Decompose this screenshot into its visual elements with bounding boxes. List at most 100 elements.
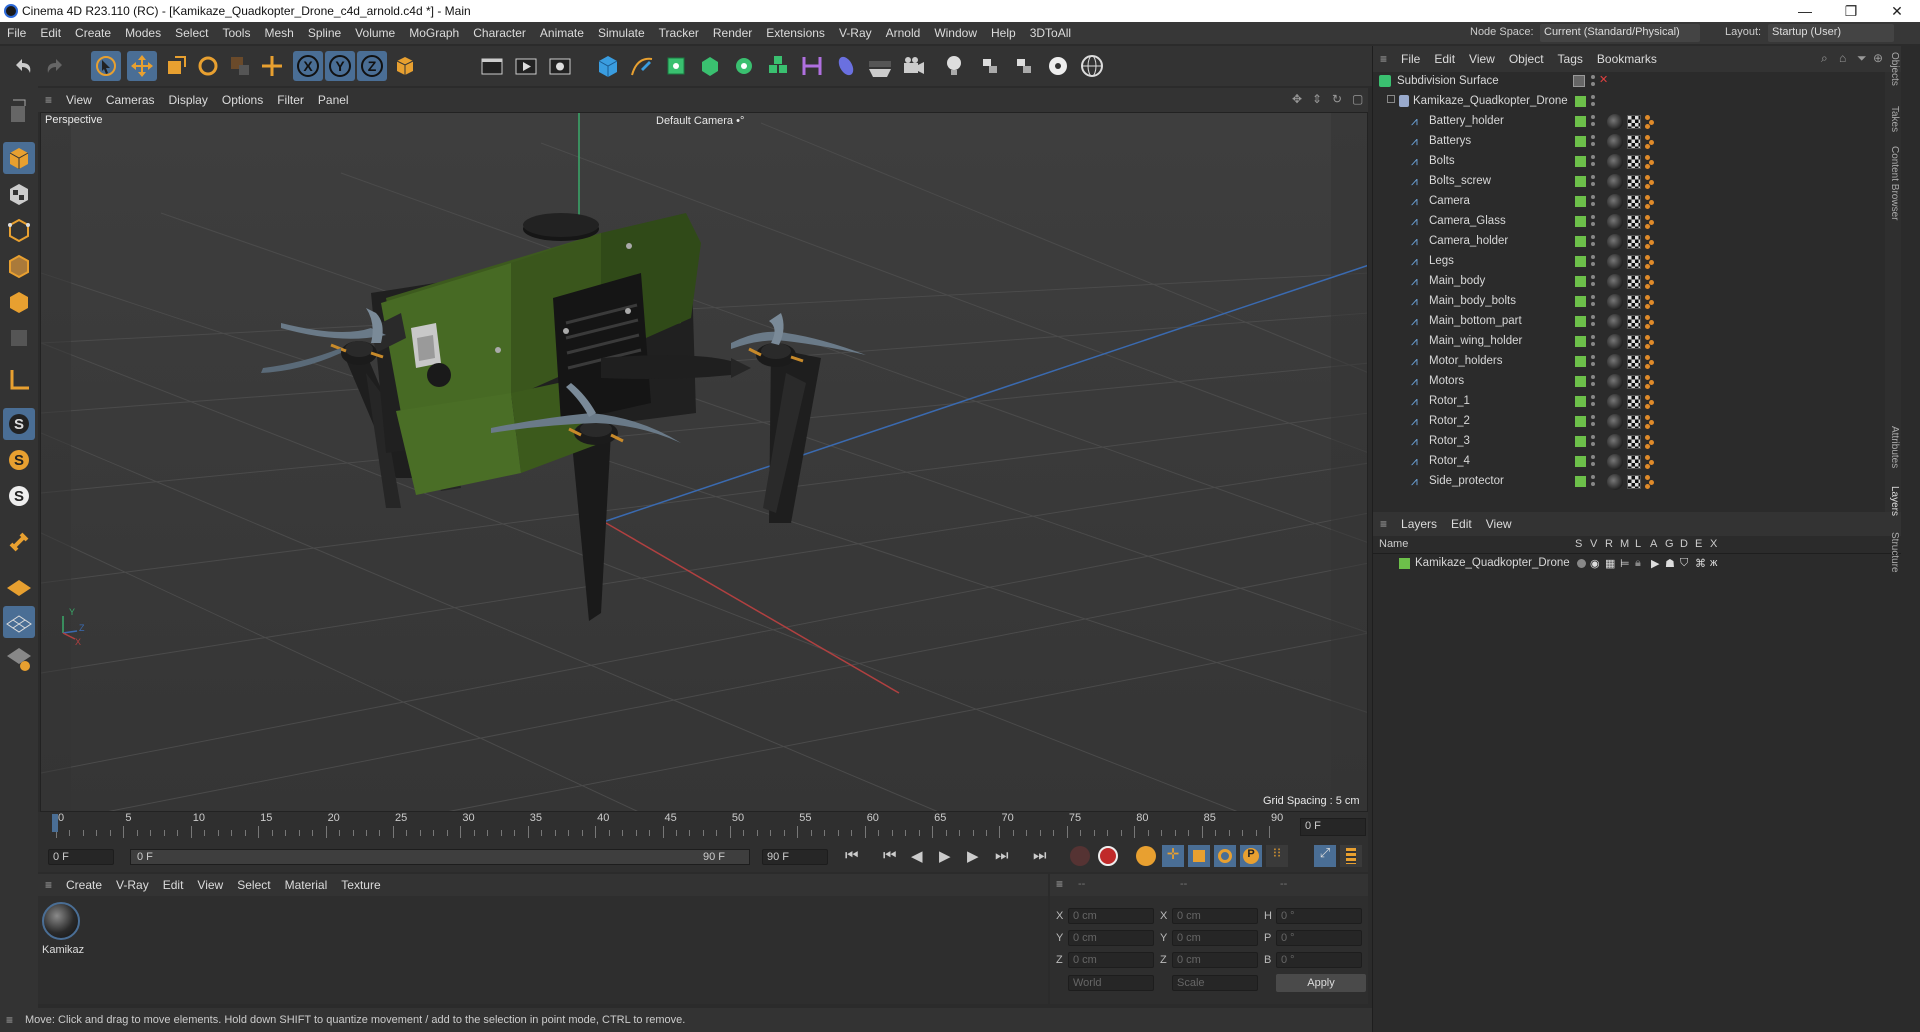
arnold-tag-icon[interactable] xyxy=(1645,435,1655,449)
visibility-dots[interactable] xyxy=(1591,275,1595,289)
menu-mesh[interactable]: Mesh xyxy=(257,26,300,40)
material-swatch[interactable] xyxy=(42,902,80,940)
transform-tool-icon[interactable] xyxy=(257,51,287,81)
node-space-dropdown[interactable]: Current (Standard/Physical) xyxy=(1540,24,1700,42)
arnold-tag-icon[interactable] xyxy=(1645,155,1655,169)
material-tag-icon[interactable] xyxy=(1607,194,1623,210)
layer-color-badge[interactable] xyxy=(1575,376,1586,387)
field-icon[interactable] xyxy=(831,51,861,81)
viewport-nav-move-icon[interactable]: ✥ xyxy=(1292,92,1302,106)
arnold-tag-icon[interactable] xyxy=(1645,175,1655,189)
key-parameter-icon[interactable]: P xyxy=(1240,845,1262,867)
object-menu-tags[interactable]: Tags xyxy=(1551,52,1590,66)
side-tab-takes[interactable]: Takes xyxy=(1882,106,1900,132)
visibility-dots[interactable] xyxy=(1591,395,1595,409)
side-tab-objects[interactable]: Objects xyxy=(1882,52,1900,86)
recent-tool-icon[interactable] xyxy=(225,51,255,81)
subdivision-surface-icon[interactable] xyxy=(661,51,691,81)
key-position-icon[interactable]: ✛ xyxy=(1162,845,1184,867)
layers-menu-edit[interactable]: Edit xyxy=(1444,517,1479,531)
material-tag-icon[interactable] xyxy=(1607,434,1623,450)
texture-tag-icon[interactable] xyxy=(1627,295,1641,309)
texture-tag-icon[interactable] xyxy=(1627,255,1641,269)
layer-color-badge[interactable] xyxy=(1575,416,1586,427)
layer-color-badge[interactable] xyxy=(1575,136,1586,147)
layers-menu-layers[interactable]: Layers xyxy=(1394,517,1444,531)
layer-flag-column[interactable]: M xyxy=(1620,538,1629,550)
object-row[interactable]: ⩘ Rotor_4 xyxy=(1373,452,1883,472)
arnold-tag-icon[interactable] xyxy=(1645,395,1655,409)
coords-hamburger-icon[interactable]: ≡ xyxy=(1056,877,1063,891)
layer-color-badge[interactable] xyxy=(1575,96,1586,107)
object-row[interactable]: ⩘ Side_protector xyxy=(1373,472,1883,492)
previous-key-icon[interactable]: ⏮ xyxy=(883,847,897,864)
grid-plane-icon[interactable] xyxy=(3,606,35,638)
object-row[interactable]: ⩘ Bolts_screw xyxy=(1373,172,1883,192)
layer-manager-icon[interactable]: ⊨ xyxy=(1620,557,1630,570)
timeline-ruler[interactable]: 0 5 10 15 20 25 30 35 40 45 50 55 60 65 70 75 80 85 90 0 F xyxy=(38,812,1368,842)
material-menu-vray[interactable]: V-Ray xyxy=(109,878,156,892)
menu-simulate[interactable]: Simulate xyxy=(591,26,652,40)
object-row[interactable]: ⩘ Rotor_1 xyxy=(1373,392,1883,412)
layer-flag-column[interactable]: E xyxy=(1695,538,1702,550)
magnet-tool-icon[interactable] xyxy=(3,526,35,558)
key-pla-icon[interactable]: ⁝⁝ xyxy=(1266,845,1288,867)
arnold-tag-icon[interactable] xyxy=(1645,215,1655,229)
object-row[interactable]: ⩘ Rotor_2 xyxy=(1373,412,1883,432)
snap-icon[interactable]: S xyxy=(3,408,35,440)
layer-color-badge[interactable] xyxy=(1575,456,1586,467)
polygons-mode-icon[interactable] xyxy=(3,286,35,318)
arnold-tag-icon[interactable] xyxy=(1645,415,1655,429)
object-row[interactable]: ⩘ Battery_holder xyxy=(1373,112,1883,132)
material-tag-icon[interactable] xyxy=(1607,394,1623,410)
material-menu-view[interactable]: View xyxy=(190,878,230,892)
visibility-dots[interactable] xyxy=(1591,355,1595,369)
menu-vray[interactable]: V-Ray xyxy=(832,26,879,40)
arnold-tag-icon[interactable] xyxy=(1645,255,1655,269)
rot-p-field[interactable]: 0 ° xyxy=(1276,930,1362,946)
size-x-field[interactable]: 0 cm xyxy=(1172,908,1258,924)
layer-color-badge[interactable] xyxy=(1575,176,1586,187)
layer-color-badge[interactable] xyxy=(1575,336,1586,347)
menu-mograph[interactable]: MoGraph xyxy=(402,26,466,40)
cube-primitive-icon[interactable] xyxy=(593,51,623,81)
material-tag-icon[interactable] xyxy=(1607,214,1623,230)
menu-create[interactable]: Create xyxy=(68,26,118,40)
menu-tracker[interactable]: Tracker xyxy=(652,26,706,40)
make-editable-icon[interactable] xyxy=(3,96,35,128)
arnold-tag-icon[interactable] xyxy=(1645,295,1655,309)
play-icon[interactable]: ▶ xyxy=(939,847,951,865)
visibility-dots[interactable] xyxy=(1591,95,1595,109)
viewport-nav-zoom-icon[interactable]: ⇕ xyxy=(1312,92,1322,106)
visibility-dots[interactable] xyxy=(1591,135,1595,149)
arnold-tag-icon[interactable] xyxy=(1645,275,1655,289)
material-tag-icon[interactable] xyxy=(1607,294,1623,310)
layer-color-badge[interactable] xyxy=(1575,256,1586,267)
axis-mode-icon[interactable] xyxy=(3,364,35,396)
x-axis-lock-icon[interactable]: X xyxy=(293,51,323,81)
texture-tag-icon[interactable] xyxy=(1627,115,1641,129)
current-frame-field[interactable]: 0 F xyxy=(1300,818,1366,836)
object-row[interactable]: ⩘ Camera xyxy=(1373,192,1883,212)
playhead[interactable] xyxy=(52,814,58,832)
layer-expressions-icon[interactable]: ⌘ xyxy=(1695,557,1706,570)
camera-icon[interactable] xyxy=(899,51,929,81)
material-tag-icon[interactable] xyxy=(1607,454,1623,470)
material-name[interactable]: Kamikaz xyxy=(42,944,84,956)
size-y-field[interactable]: 0 cm xyxy=(1172,930,1258,946)
status-hamburger-icon[interactable]: ≡ xyxy=(6,1013,13,1027)
menu-help[interactable]: Help xyxy=(984,26,1023,40)
object-row[interactable]: ⩘ Main_body_bolts xyxy=(1373,292,1883,312)
texture-tag-icon[interactable] xyxy=(1627,375,1641,389)
layer-animation-icon[interactable]: ▶ xyxy=(1651,557,1659,570)
viewport-menu-options[interactable]: Options xyxy=(215,93,270,107)
menu-select[interactable]: Select xyxy=(168,26,215,40)
select-tool-icon[interactable] xyxy=(91,51,121,81)
object-row[interactable]: ⩘ Batterys xyxy=(1373,132,1883,152)
layer-color-badge[interactable] xyxy=(1575,216,1586,227)
material-tag-icon[interactable] xyxy=(1607,354,1623,370)
visibility-dots[interactable] xyxy=(1591,235,1595,249)
material-hamburger-icon[interactable]: ≡ xyxy=(38,878,59,892)
collapse-toggle-icon[interactable] xyxy=(1387,95,1395,103)
object-menu-bookmarks[interactable]: Bookmarks xyxy=(1590,52,1664,66)
